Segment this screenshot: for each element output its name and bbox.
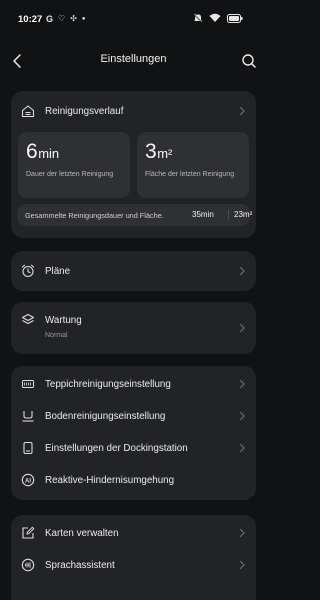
map-item-voice[interactable]: Sprachassistent (11, 550, 256, 580)
map-settings-card: Karten verwalten Sprachassistent (11, 515, 256, 600)
cleaning-history-row[interactable]: Reinigungsverlauf (11, 96, 256, 126)
chevron-right-icon (239, 443, 245, 453)
last-duration-unit: min (38, 146, 60, 161)
last-duration-caption: Dauer der letzten Reinigung (26, 171, 114, 178)
total-divider (228, 210, 229, 220)
battery-icon (227, 13, 243, 23)
status-time: 10:27 (18, 14, 43, 25)
last-area-unit: m² (157, 146, 173, 161)
maintenance-label: Wartung (45, 314, 82, 326)
chevron-right-icon (239, 266, 245, 276)
settings-item-label: Reaktive-Hindernisumgehung (45, 474, 175, 486)
chevron-right-icon (239, 560, 245, 570)
settings-item-obstacle[interactable]: AI Reaktive-Hindernisumgehung (11, 465, 256, 495)
map-edit-icon (22, 526, 35, 539)
maintenance-card[interactable]: Wartung Normal (11, 302, 256, 354)
chevron-right-icon (239, 379, 245, 389)
carpet-icon (22, 380, 34, 388)
status-right-icons (193, 13, 243, 23)
settings-item-label: Teppichreinigungseinstellung (45, 378, 171, 390)
last-duration-value: 6 min (26, 140, 59, 164)
last-area-number: 3 (145, 140, 157, 163)
notification-dot-icon: ● (81, 16, 86, 22)
cleaning-history-card: Reinigungsverlauf 6 min Dauer der letzte… (11, 91, 256, 238)
chevron-right-icon (239, 106, 245, 116)
search-button[interactable] (239, 51, 259, 71)
schedules-card[interactable]: Pläne (11, 251, 256, 291)
settings-item-carpet[interactable]: Teppichreinigungseinstellung (11, 369, 256, 399)
total-time: 35min (192, 210, 214, 219)
settings-item-floor[interactable]: Bodenreinigungseinstellung (11, 401, 256, 431)
cleaning-settings-card: Teppichreinigungseinstellung Bodenreinig… (11, 366, 256, 500)
total-area: 23m² (234, 210, 253, 219)
home-history-icon (21, 105, 35, 118)
chevron-right-icon (239, 411, 245, 421)
search-icon (242, 54, 256, 68)
ai-icon: AI (21, 473, 35, 487)
grid-app-icon: ✣ (70, 14, 77, 23)
last-area-value: 3 m² (145, 140, 172, 164)
dock-icon (23, 441, 33, 455)
cleaning-history-label: Reinigungsverlauf (45, 105, 124, 117)
google-g-icon: G (46, 14, 54, 24)
chevron-right-icon (239, 528, 245, 538)
status-left-icons: G ♡ ✣ ● (46, 14, 86, 24)
last-duration-number: 6 (26, 140, 38, 163)
settings-item-dock[interactable]: Einstellungen der Dockingstation (11, 433, 256, 463)
settings-item-label: Bodenreinigungseinstellung (45, 410, 166, 422)
svg-text:AI: AI (25, 478, 31, 484)
voice-icon (21, 558, 35, 572)
maintenance-row[interactable]: Wartung (11, 308, 256, 332)
heart-rate-icon: ♡ (58, 14, 66, 23)
total-cleaning-bar: Gesammelte Reinigungsdauer und Fläche. 3… (17, 204, 253, 226)
floor-icon (22, 411, 34, 422)
map-item-label: Sprachassistent (45, 559, 115, 571)
layers-icon (21, 313, 35, 325)
wifi-icon (209, 13, 221, 22)
chevron-right-icon (239, 323, 245, 333)
last-area-caption: Fläche der letzten Reinigung (145, 171, 235, 178)
total-label: Gesammelte Reinigungsdauer und Fläche. (25, 210, 164, 220)
mute-icon (193, 13, 203, 23)
schedules-row[interactable]: Pläne (11, 256, 256, 286)
settings-item-label: Einstellungen der Dockingstation (45, 442, 188, 454)
status-bar: 10:27 G ♡ ✣ ● (0, 0, 267, 40)
alarm-clock-icon (21, 264, 35, 278)
header: Einstellungen (0, 48, 267, 74)
maintenance-status: Normal (45, 332, 68, 339)
last-area-box: 3 m² Fläche der letzten Reinigung (137, 132, 249, 198)
schedules-label: Pläne (45, 265, 71, 277)
map-item-manage[interactable]: Karten verwalten (11, 518, 256, 548)
map-item-label: Karten verwalten (45, 527, 119, 539)
last-duration-box: 6 min Dauer der letzten Reinigung (18, 132, 130, 198)
page-title: Einstellungen (100, 53, 167, 65)
